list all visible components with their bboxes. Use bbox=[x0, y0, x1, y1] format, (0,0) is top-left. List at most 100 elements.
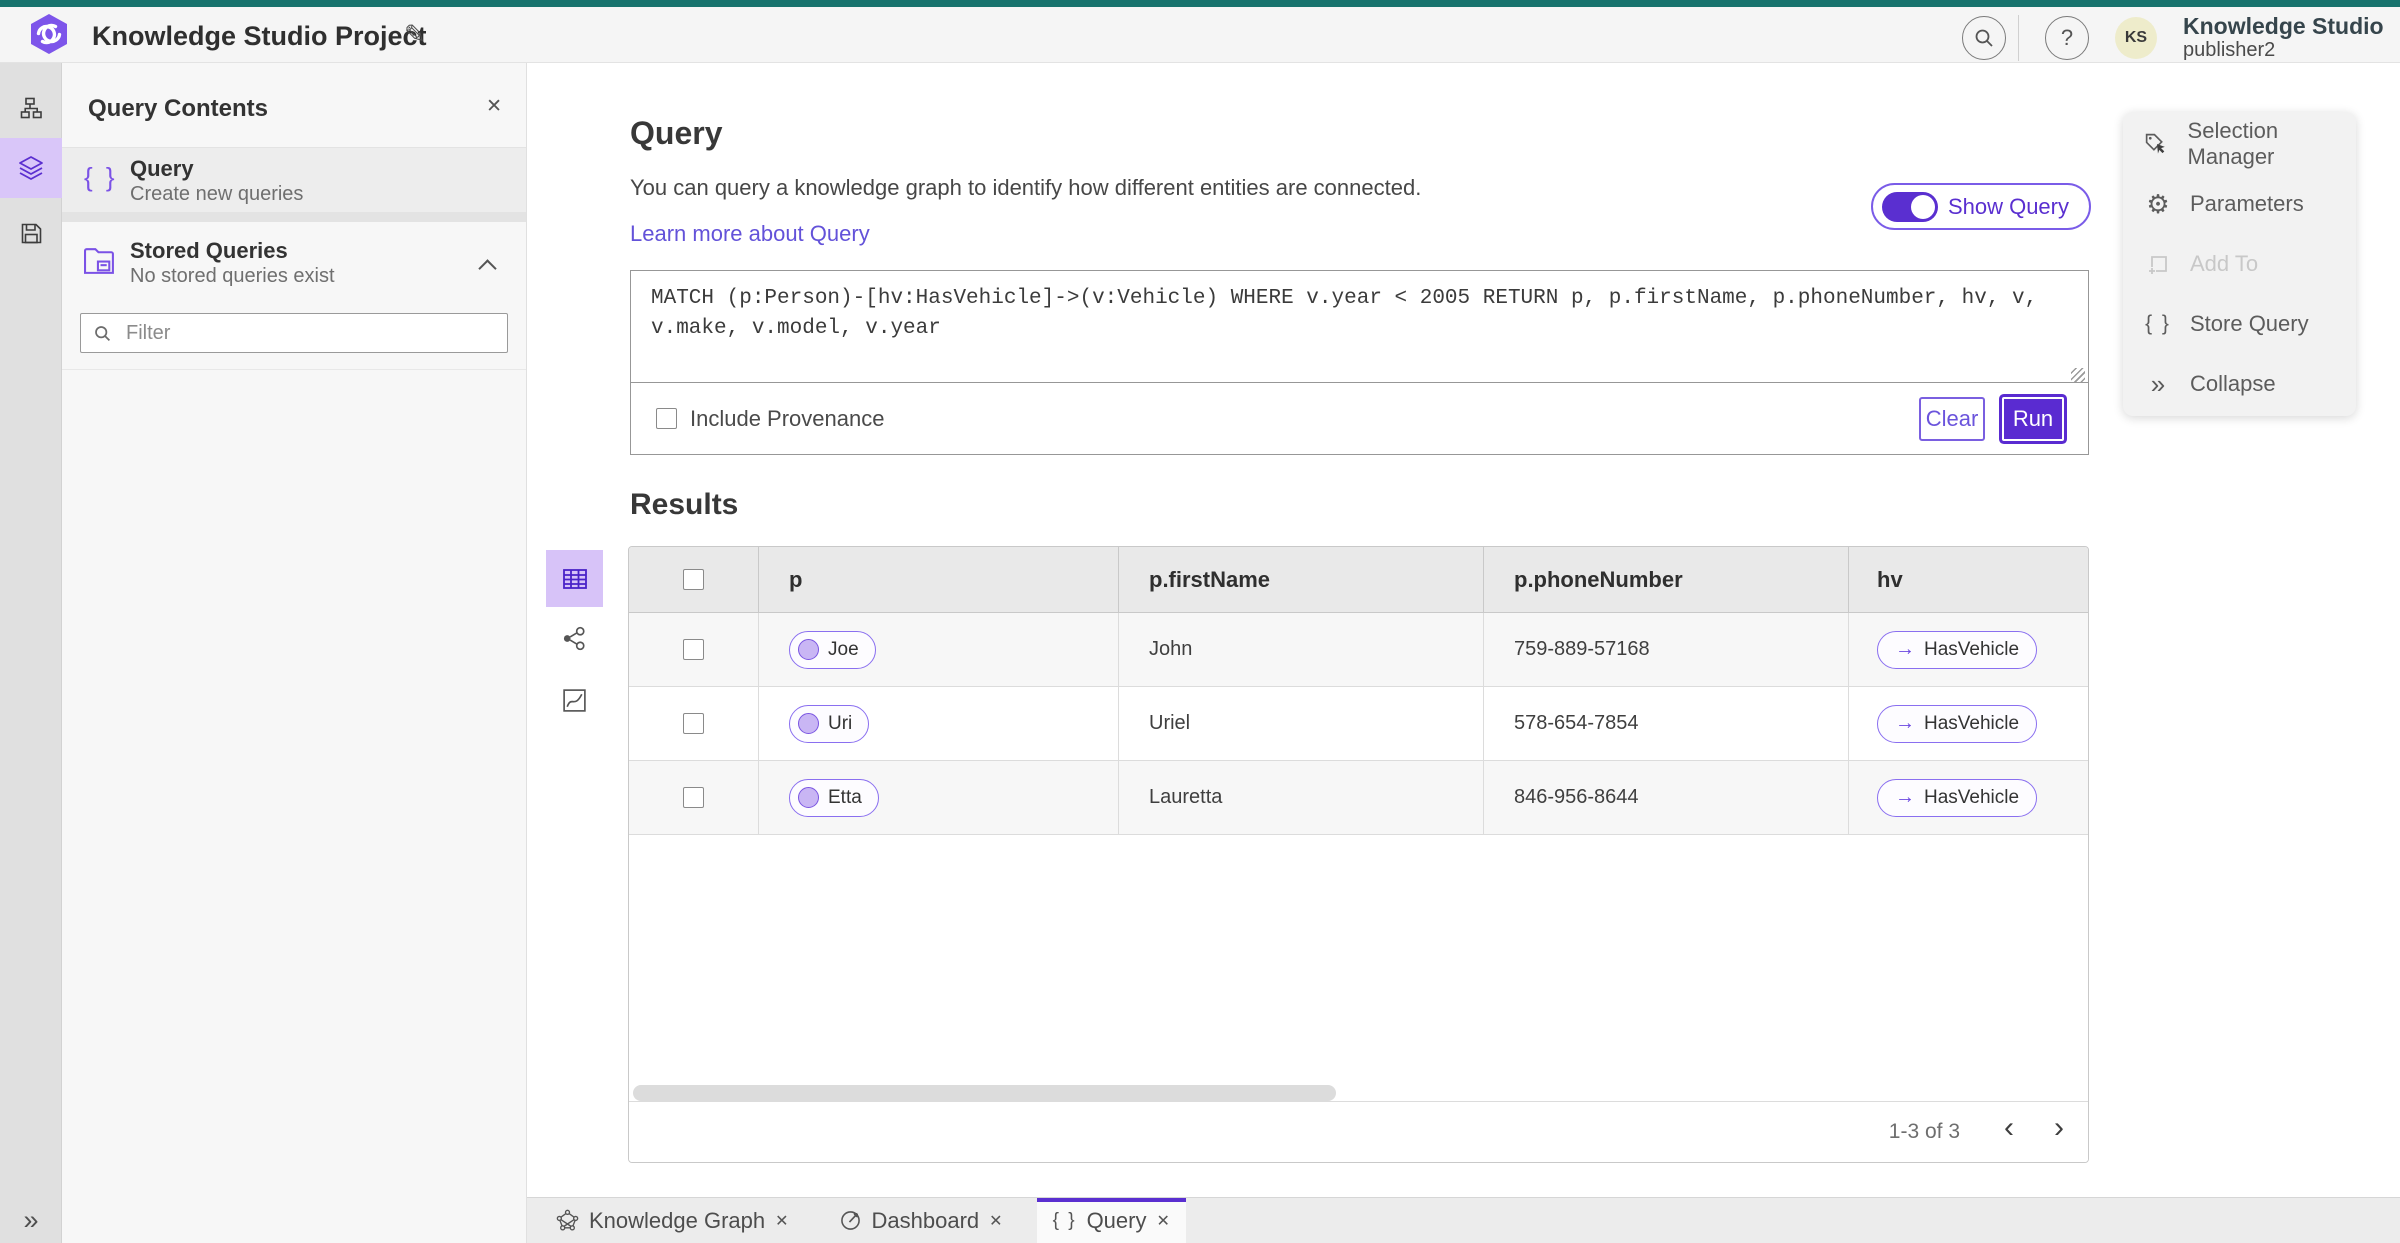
cell-phonenumber: 759-889-57168 bbox=[1484, 613, 1849, 686]
search-icon bbox=[1975, 29, 1993, 47]
project-title: Knowledge Studio Project bbox=[92, 21, 427, 51]
edit-title-icon[interactable]: ✎ bbox=[404, 19, 426, 50]
tab-close-icon[interactable]: ✕ bbox=[1156, 1211, 1169, 1231]
help-button[interactable]: ? bbox=[2045, 16, 2089, 60]
avatar-initials: KS bbox=[2124, 29, 2148, 46]
chart-view-button[interactable] bbox=[546, 685, 603, 715]
tab-label: Dashboard bbox=[871, 1207, 980, 1233]
top-accent-bar bbox=[0, 0, 2400, 7]
node-chip[interactable]: Uri bbox=[789, 704, 870, 743]
dashboard-icon bbox=[840, 1211, 860, 1230]
chart-icon bbox=[563, 688, 586, 712]
search-button[interactable] bbox=[1962, 16, 2006, 60]
edge-label: HasVehicle bbox=[1924, 786, 2020, 808]
query-editor[interactable]: MATCH (p:Person)-[hv:HasVehicle]->(v:Veh… bbox=[631, 271, 2088, 383]
store-query-button[interactable]: { } Store Query bbox=[2123, 294, 2356, 354]
graph-view-button[interactable] bbox=[546, 623, 603, 653]
save-nav-button[interactable] bbox=[0, 218, 62, 248]
page-title: Query bbox=[630, 115, 723, 151]
edge-label: HasVehicle bbox=[1924, 712, 2020, 734]
tab-query-active[interactable]: { } Query ✕ bbox=[1036, 1198, 1186, 1243]
arrow-right-icon: → bbox=[1895, 638, 1915, 660]
node-label: Joe bbox=[828, 638, 859, 660]
table-row: Etta Lauretta 846-956-8644 → HasVehicle bbox=[629, 761, 2088, 835]
page-description: You can query a knowledge graph to ident… bbox=[630, 175, 1422, 200]
selection-manager-icon bbox=[2143, 131, 2171, 158]
parameters-button[interactable]: ⚙ Parameters bbox=[2123, 174, 2356, 234]
edge-chip[interactable]: → HasVehicle bbox=[1877, 778, 2038, 817]
panel-close-icon[interactable]: ✕ bbox=[486, 95, 502, 118]
graph-icon bbox=[563, 626, 585, 650]
cell-phonenumber: 846-956-8644 bbox=[1484, 761, 1849, 834]
row-checkbox[interactable] bbox=[683, 639, 704, 660]
tab-dashboard[interactable]: Dashboard ✕ bbox=[823, 1198, 1019, 1243]
cell-firstname: Uriel bbox=[1119, 687, 1484, 760]
arrow-right-icon: → bbox=[1895, 712, 1915, 734]
resize-handle[interactable] bbox=[2071, 368, 2085, 382]
toggle-switch[interactable] bbox=[1881, 191, 1938, 222]
add-to-icon bbox=[2143, 251, 2173, 277]
layers-nav-button-selected[interactable] bbox=[0, 138, 62, 198]
query-item-subtitle: Create new queries bbox=[130, 183, 304, 205]
tool-label: Add To bbox=[2190, 251, 2259, 276]
query-contents-panel: Query Contents ✕ { } Query Create new qu… bbox=[62, 63, 527, 1243]
stored-queries-subtitle: No stored queries exist bbox=[130, 265, 335, 287]
cell-phonenumber: 578-654-7854 bbox=[1484, 687, 1849, 760]
main-content: Query You can query a knowledge graph to… bbox=[527, 63, 2400, 1197]
header-divider bbox=[2018, 15, 2019, 61]
stored-queries-section[interactable]: Stored Queries No stored queries exist bbox=[62, 222, 526, 317]
question-icon: ? bbox=[2060, 25, 2074, 50]
expand-rail-button[interactable]: » bbox=[0, 1203, 62, 1237]
arrow-right-icon: → bbox=[1895, 786, 1915, 808]
filter-input[interactable] bbox=[112, 321, 472, 345]
next-page-icon[interactable]: › bbox=[2054, 1111, 2064, 1145]
results-title: Results bbox=[630, 488, 739, 521]
row-checkbox[interactable] bbox=[683, 713, 704, 734]
show-query-toggle[interactable]: Show Query bbox=[1870, 183, 2091, 230]
pagination-label: 1-3 of 3 bbox=[1888, 1120, 1960, 1143]
horizontal-scrollbar[interactable] bbox=[633, 1085, 1336, 1101]
table-view-button-selected[interactable] bbox=[546, 550, 603, 607]
add-to-button-disabled: Add To bbox=[2123, 234, 2356, 294]
include-provenance-checkbox[interactable] bbox=[656, 408, 677, 429]
column-header-firstname: p.firstName bbox=[1119, 547, 1484, 612]
braces-icon: { } bbox=[2145, 312, 2171, 335]
username: publisher2 bbox=[2183, 39, 2276, 62]
pagination-footer: 1-3 of 3 ‹ › bbox=[629, 1101, 2088, 1162]
hierarchy-nav-button[interactable] bbox=[0, 93, 62, 123]
edge-chip[interactable]: → HasVehicle bbox=[1877, 630, 2038, 669]
results-card: p p.firstName p.phoneNumber hv Joe John … bbox=[628, 546, 2089, 1163]
clear-button[interactable]: Clear bbox=[1919, 396, 1985, 441]
column-header-p: p bbox=[759, 547, 1119, 612]
node-chip[interactable]: Etta bbox=[789, 778, 879, 817]
panel-divider-2 bbox=[62, 369, 526, 370]
cell-firstname: Lauretta bbox=[1119, 761, 1484, 834]
app-logo-icon[interactable] bbox=[30, 13, 68, 60]
user-avatar[interactable]: KS bbox=[2115, 17, 2157, 59]
tab-close-icon[interactable]: ✕ bbox=[989, 1211, 1002, 1231]
layers-icon bbox=[19, 156, 43, 180]
tab-label: Knowledge Graph bbox=[589, 1207, 766, 1233]
collapse-panel-button[interactable]: » Collapse bbox=[2123, 354, 2356, 414]
select-all-checkbox[interactable] bbox=[683, 569, 704, 590]
hierarchy-icon bbox=[20, 97, 42, 118]
query-editor-box: MATCH (p:Person)-[hv:HasVehicle]->(v:Veh… bbox=[630, 270, 2089, 455]
selection-manager-button[interactable]: Selection Manager bbox=[2123, 114, 2356, 174]
query-editor-footer: Include Provenance Clear Run bbox=[631, 383, 2088, 454]
node-chip[interactable]: Joe bbox=[789, 630, 876, 669]
previous-page-icon[interactable]: ‹ bbox=[2004, 1111, 2014, 1145]
query-create-item[interactable]: { } Query Create new queries bbox=[62, 148, 526, 212]
collapse-section-chevron-icon[interactable] bbox=[478, 259, 497, 278]
run-button[interactable]: Run bbox=[2002, 396, 2064, 441]
gear-icon: ⚙ bbox=[2146, 189, 2170, 219]
row-checkbox[interactable] bbox=[683, 787, 704, 808]
toggle-knob bbox=[1910, 194, 1935, 219]
tab-knowledge-graph[interactable]: Knowledge Graph ✕ bbox=[540, 1198, 805, 1243]
table-header-row: p p.firstName p.phoneNumber hv bbox=[629, 547, 2088, 613]
tab-close-icon[interactable]: ✕ bbox=[775, 1211, 788, 1231]
node-label: Uri bbox=[828, 712, 853, 734]
learn-more-link[interactable]: Learn more about Query bbox=[630, 221, 870, 247]
edge-chip[interactable]: → HasVehicle bbox=[1877, 704, 2038, 743]
tool-label: Collapse bbox=[2190, 371, 2276, 396]
include-provenance-label: Include Provenance bbox=[690, 405, 885, 431]
